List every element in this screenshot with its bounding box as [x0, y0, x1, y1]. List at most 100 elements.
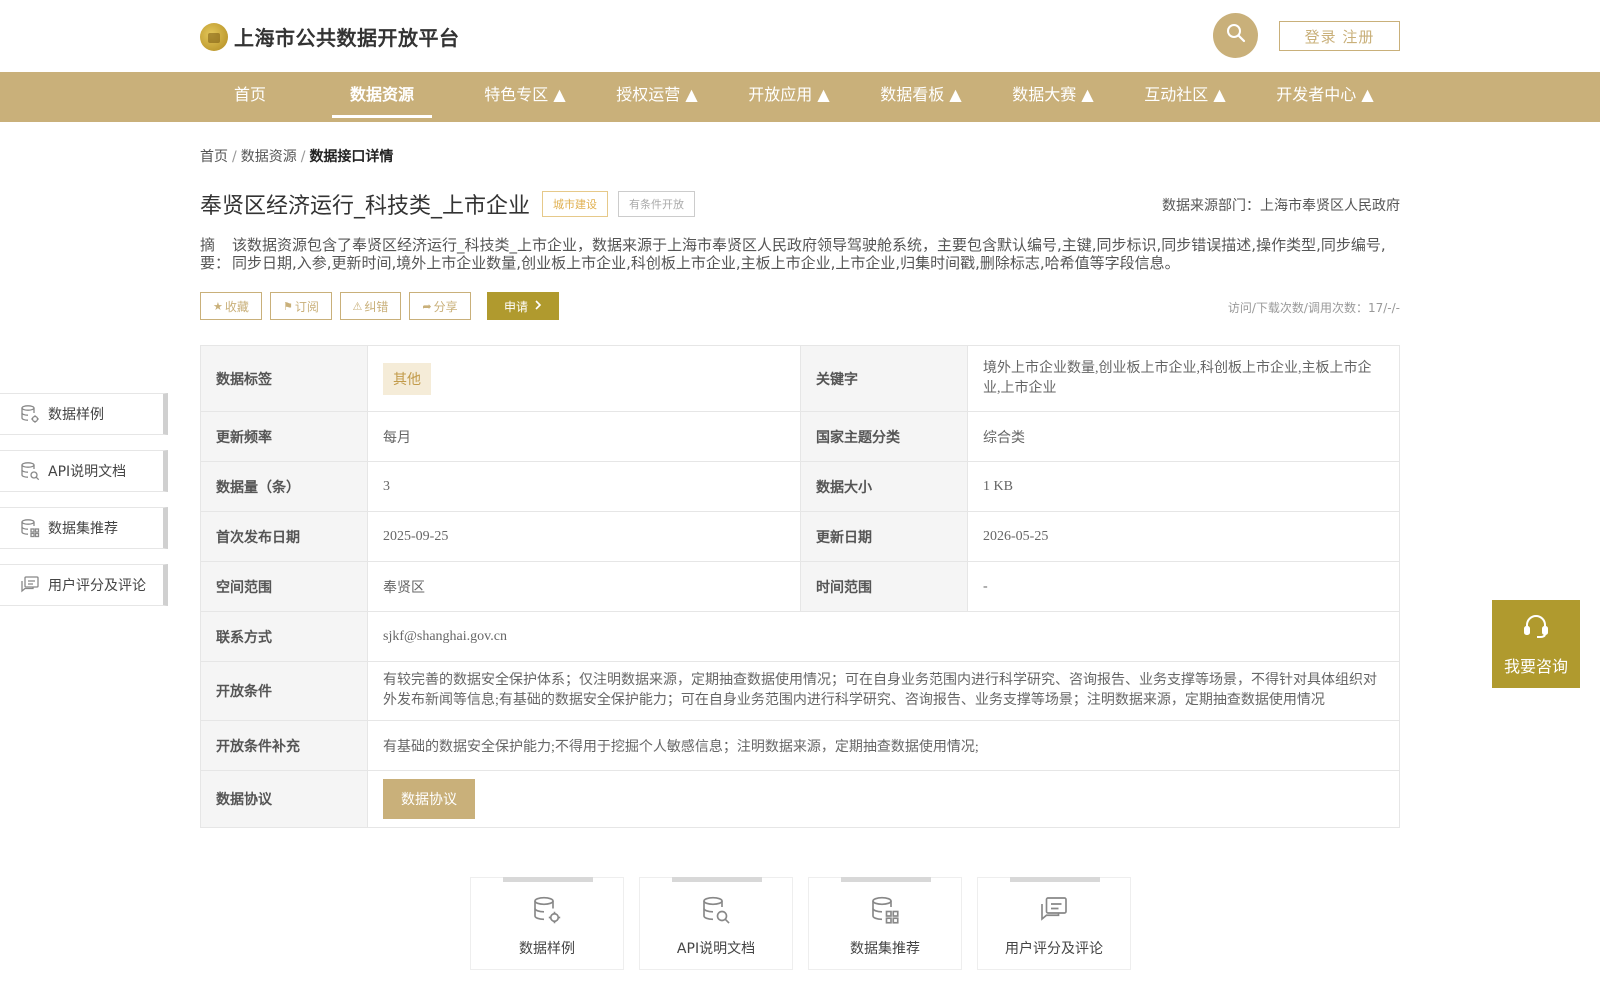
- database-search-icon: [20, 461, 40, 481]
- consult-button[interactable]: 我要咨询: [1492, 600, 1580, 688]
- share-button[interactable]: ➦ 分享: [409, 292, 471, 320]
- nav-data-resources[interactable]: 数据资源: [332, 72, 432, 122]
- nav-home[interactable]: 首页: [218, 72, 282, 122]
- nav-dashboard[interactable]: 数据看板 ▲: [861, 72, 981, 122]
- open-condition-extra-label: 开放条件补充: [200, 720, 368, 771]
- nav-community[interactable]: 互动社区 ▲: [1125, 72, 1245, 122]
- abstract-label: 摘 要：: [200, 236, 231, 272]
- nav-authorized-ops[interactable]: 授权运营 ▲: [597, 72, 717, 122]
- side-item-label: 用户评分及评论: [48, 578, 146, 594]
- table-row: 空间范围 奉贤区 时间范围 -: [200, 561, 1400, 612]
- search-button[interactable]: [1213, 13, 1258, 58]
- action-bar: ★ 收藏 ⚑ 订阅 ⚠ 纠错 ➦ 分享 申请: [200, 292, 559, 320]
- data-tag-badge[interactable]: 其他: [383, 362, 431, 395]
- protocol-label: 数据协议: [200, 770, 368, 828]
- abstract-text: 该数据资源包含了奉贤区经济运行_科技类_上市企业，数据来源于上海市奉贤区人民政府…: [232, 236, 1386, 272]
- page-title: 奉贤区经济运行_科技类_上市企业: [200, 194, 531, 219]
- login-register-button[interactable]: 登录 注册: [1279, 21, 1400, 51]
- table-row: 更新频率 每月 国家主题分类 综合类: [200, 411, 1400, 462]
- search-icon: [1226, 23, 1246, 48]
- apply-label: 申请: [503, 299, 528, 314]
- table-row: 数据量（条） 3 数据大小 1 KB: [200, 461, 1400, 512]
- breadcrumb: 首页 / 数据资源 / 数据接口详情: [200, 146, 393, 166]
- comment-icon: [1038, 894, 1070, 926]
- freq-value: 每月: [367, 411, 801, 462]
- contact-value[interactable]: sjkf@shanghai.gov.cn: [367, 611, 1400, 662]
- star-icon: ★: [213, 299, 223, 313]
- flag-icon: ⚑: [283, 299, 293, 313]
- subscribe-label: 订阅: [294, 299, 319, 314]
- nav-competition[interactable]: 数据大赛 ▲: [993, 72, 1113, 122]
- title-row: 奉贤区经济运行_科技类_上市企业 城市建设 有条件开放: [200, 188, 696, 220]
- open-condition-label: 开放条件: [200, 661, 368, 721]
- abstract: 摘 要： 该数据资源包含了奉贤区经济运行_科技类_上市企业，数据来源于上海市奉贤…: [200, 236, 1400, 272]
- breadcrumb-home[interactable]: 首页: [200, 149, 228, 165]
- breadcrumb-separator: /: [232, 149, 237, 165]
- update-date-label: 更新日期: [800, 511, 968, 562]
- share-label: 分享: [433, 299, 458, 314]
- count-label: 数据量（条）: [200, 461, 368, 512]
- subscribe-button[interactable]: ⚑ 订阅: [270, 292, 332, 320]
- protocol-cell: 数据协议: [367, 770, 1400, 828]
- nav-open-apps[interactable]: 开放应用 ▲: [729, 72, 849, 122]
- card-label: 数据样例: [519, 941, 575, 957]
- keyword-value: 境外上市企业数量,创业板上市企业,科创板上市企业,主板上市企业,上市企业: [967, 345, 1400, 412]
- favorite-button[interactable]: ★ 收藏: [200, 292, 262, 320]
- headset-icon: [1522, 612, 1550, 645]
- freq-label: 更新频率: [200, 411, 368, 462]
- open-condition-badge: 有条件开放: [618, 191, 696, 217]
- theme-value: 综合类: [967, 411, 1400, 462]
- nav-developer[interactable]: 开发者中心 ▲: [1255, 72, 1395, 122]
- card-recommend[interactable]: 数据集推荐: [808, 877, 962, 970]
- first-publish-label: 首次发布日期: [200, 511, 368, 562]
- data-protocol-button[interactable]: 数据协议: [383, 779, 475, 819]
- database-gear-icon: [531, 894, 563, 926]
- update-date-value: 2026-05-25: [967, 511, 1400, 562]
- database-grid-icon: [869, 894, 901, 926]
- side-item-api-docs[interactable]: API说明文档: [0, 450, 168, 492]
- nav-featured[interactable]: 特色专区 ▲: [465, 72, 585, 122]
- chevron-right-icon: [534, 299, 542, 313]
- count-value: 3: [367, 461, 801, 512]
- side-item-data-sample[interactable]: 数据样例: [0, 393, 168, 435]
- theme-label: 国家主题分类: [800, 411, 968, 462]
- card-comments[interactable]: 用户评分及评论: [977, 877, 1131, 970]
- side-item-label: 数据集推荐: [48, 521, 118, 537]
- card-data-sample[interactable]: 数据样例: [470, 877, 624, 970]
- side-item-recommend[interactable]: 数据集推荐: [0, 507, 168, 549]
- card-api-docs[interactable]: API说明文档: [639, 877, 793, 970]
- side-item-label: API说明文档: [48, 464, 127, 480]
- comment-icon: [20, 575, 40, 595]
- space-range-value: 奉贤区: [367, 561, 801, 612]
- top-header: 上海市公共数据开放平台 登录 注册: [0, 0, 1600, 72]
- correct-label: 纠错: [364, 299, 389, 314]
- database-grid-icon: [20, 518, 40, 538]
- size-label: 数据大小: [800, 461, 968, 512]
- consult-label: 我要咨询: [1503, 656, 1568, 676]
- card-label: API说明文档: [676, 941, 756, 957]
- site-logo[interactable]: 上海市公共数据开放平台: [200, 22, 460, 51]
- time-range-label: 时间范围: [800, 561, 968, 612]
- breadcrumb-data-resources[interactable]: 数据资源: [241, 149, 297, 165]
- tag-label: 数据标签: [200, 345, 368, 412]
- favorite-label: 收藏: [224, 299, 249, 314]
- table-row: 开放条件 有较完善的数据安全保护体系；仅注明数据来源，定期抽查数据使用情况；可在…: [200, 661, 1400, 721]
- table-row: 数据标签 其他 关键字 境外上市企业数量,创业板上市企业,科创板上市企业,主板上…: [200, 345, 1400, 412]
- breadcrumb-current: 数据接口详情: [309, 149, 394, 165]
- dataset-info-table: 数据标签 其他 关键字 境外上市企业数量,创业板上市企业,科创板上市企业,主板上…: [200, 345, 1400, 828]
- table-row: 首次发布日期 2025-09-25 更新日期 2026-05-25: [200, 511, 1400, 562]
- open-condition-value: 有较完善的数据安全保护体系；仅注明数据来源，定期抽查数据使用情况；可在自身业务范…: [367, 661, 1400, 721]
- database-gear-icon: [20, 404, 40, 424]
- side-item-label: 数据样例: [48, 407, 104, 423]
- breadcrumb-separator: /: [300, 149, 306, 165]
- source-department: 数据来源部门：上海市奉贤区人民政府: [1162, 198, 1400, 214]
- correct-button[interactable]: ⚠ 纠错: [340, 292, 401, 320]
- size-value: 1 KB: [967, 461, 1400, 512]
- contact-label: 联系方式: [200, 611, 368, 662]
- apply-button[interactable]: 申请: [487, 292, 559, 320]
- table-row: 开放条件补充 有基础的数据安全保护能力;不得用于挖掘个人敏感信息；注明数据来源，…: [200, 720, 1400, 771]
- side-item-comments[interactable]: 用户评分及评论: [0, 564, 168, 606]
- space-range-label: 空间范围: [200, 561, 368, 612]
- card-label: 用户评分及评论: [1005, 941, 1103, 957]
- site-title: 上海市公共数据开放平台: [234, 26, 460, 50]
